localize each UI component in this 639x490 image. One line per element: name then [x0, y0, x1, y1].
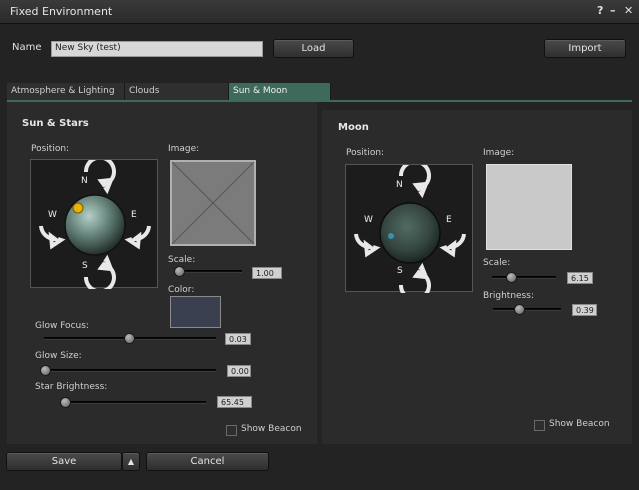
moon-position-compass[interactable]: N S W E — [345, 164, 473, 293]
star-brightness-knob[interactable] — [60, 397, 71, 408]
moon-compass-north-label: N — [396, 180, 403, 190]
sun-compass-graphic — [39, 160, 151, 289]
close-icon[interactable]: ✕ — [624, 4, 633, 17]
rotate-east-icon[interactable] — [124, 225, 151, 250]
sun-globe[interactable] — [64, 194, 126, 256]
sun-color-label: Color: — [168, 285, 195, 295]
moon-show-beacon-checkbox[interactable] — [534, 420, 545, 431]
tab-atmosphere-lighting[interactable]: Atmosphere & Lighting — [7, 83, 125, 100]
sun-show-beacon-label: Show Beacon — [241, 424, 302, 434]
compass-west-label: W — [48, 210, 57, 220]
sun-section-title: Sun & Stars — [22, 118, 89, 129]
rotate-south-icon[interactable] — [83, 254, 116, 289]
star-brightness-value[interactable]: 65.45 — [217, 396, 252, 408]
star-brightness-label: Star Brightness: — [35, 382, 108, 392]
compass-east-label: E — [131, 210, 137, 220]
tab-clouds[interactable]: Clouds — [125, 83, 229, 100]
glow-focus-label: Glow Focus: — [35, 321, 89, 331]
glow-size-knob[interactable] — [40, 365, 51, 376]
sun-position-compass[interactable]: N S W E — [30, 159, 158, 289]
moon-rotate-east-icon[interactable] — [439, 233, 466, 258]
star-brightness-slider[interactable] — [62, 401, 206, 404]
name-label: Name — [12, 42, 42, 53]
moon-section-title: Moon — [338, 122, 369, 133]
rotate-west-icon[interactable] — [39, 225, 66, 250]
moon-rotate-north-icon[interactable] — [398, 165, 431, 199]
moon-scale-knob[interactable] — [506, 272, 517, 283]
moon-image-picker[interactable] — [486, 164, 572, 250]
moon-show-beacon-label: Show Beacon — [549, 419, 610, 429]
moon-rotate-west-icon[interactable] — [354, 233, 381, 258]
import-button[interactable]: Import — [544, 39, 626, 58]
moon-scale-slider[interactable] — [492, 276, 556, 279]
sun-show-beacon-checkbox[interactable] — [226, 425, 237, 436]
compass-south-label: S — [82, 261, 88, 271]
tab-sun-moon[interactable]: Sun & Moon — [229, 83, 331, 100]
moon-globe[interactable] — [379, 202, 441, 264]
glow-focus-knob[interactable] — [124, 333, 135, 344]
moon-brightness-slider[interactable] — [493, 308, 561, 311]
sun-position-label: Position: — [31, 144, 70, 154]
tab-bar: Atmosphere & Lighting Clouds Sun & Moon — [7, 83, 331, 100]
moon-compass-west-label: W — [364, 215, 373, 225]
moon-position-dot[interactable] — [388, 233, 394, 239]
sun-scale-knob[interactable] — [174, 266, 185, 277]
moon-position-label: Position: — [346, 148, 385, 158]
no-image-icon — [171, 161, 255, 245]
sun-position-dot[interactable] — [72, 202, 84, 214]
rotate-north-icon[interactable] — [83, 160, 116, 195]
moon-brightness-label: Brightness: — [483, 291, 534, 301]
compass-north-label: N — [81, 176, 88, 186]
glow-focus-value[interactable]: 0.03 — [225, 333, 251, 345]
save-options-button[interactable]: ▲ — [122, 452, 140, 471]
minimize-icon[interactable]: – — [610, 4, 616, 17]
title-bar[interactable]: Fixed Environment ? – ✕ — [0, 0, 639, 24]
sun-image-picker[interactable] — [170, 160, 256, 246]
moon-compass-east-label: E — [446, 215, 452, 225]
moon-rotate-south-icon[interactable] — [398, 262, 431, 293]
sun-scale-label: Scale: — [168, 255, 196, 265]
cancel-button[interactable]: Cancel — [146, 452, 269, 471]
moon-compass-south-label: S — [397, 266, 403, 276]
glow-size-label: Glow Size: — [35, 351, 82, 361]
help-icon[interactable]: ? — [597, 4, 603, 17]
moon-image-label: Image: — [483, 148, 515, 158]
sun-image-label: Image: — [168, 144, 200, 154]
moon-scale-value[interactable]: 6.15 — [567, 272, 593, 284]
moon-compass-graphic — [354, 165, 466, 293]
sun-color-swatch[interactable] — [170, 296, 221, 328]
window-title: Fixed Environment — [10, 5, 113, 18]
sun-scale-value[interactable]: 1.00 — [252, 267, 282, 279]
name-input[interactable]: New Sky (test) — [51, 41, 263, 57]
load-button[interactable]: Load — [273, 39, 354, 58]
glow-size-value[interactable]: 0.00 — [227, 365, 251, 377]
glow-size-slider[interactable] — [44, 369, 216, 372]
save-button[interactable]: Save — [6, 452, 122, 471]
moon-brightness-knob[interactable] — [514, 304, 525, 315]
moon-brightness-value[interactable]: 0.39 — [572, 304, 597, 316]
moon-scale-label: Scale: — [483, 258, 511, 268]
